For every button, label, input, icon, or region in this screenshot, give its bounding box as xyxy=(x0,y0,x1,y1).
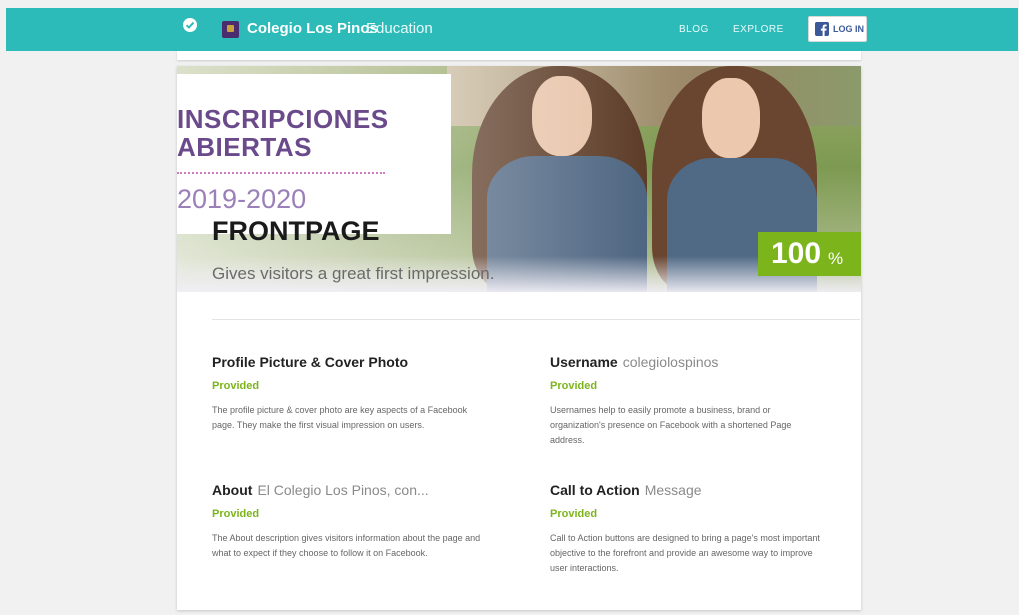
login-label: LOG IN xyxy=(833,24,864,34)
item-title-about: About El Colegio Los Pinos, con... xyxy=(212,482,429,498)
item-value-about: El Colegio Los Pinos, con... xyxy=(257,482,429,498)
item-title-profile-picture: Profile Picture & Cover Photo xyxy=(212,354,409,370)
facebook-login-button[interactable]: LOG IN xyxy=(808,16,867,42)
item-description-call-to-action: Call to Action buttons are designed to b… xyxy=(550,533,820,573)
page-logo-icon[interactable] xyxy=(222,21,239,38)
facebook-icon xyxy=(815,22,829,36)
nav-blog-link[interactable]: BLOG xyxy=(679,24,709,35)
banner-headline-2: ABIERTAS xyxy=(177,132,312,162)
banner-headline-1: INSCRIPCIONES xyxy=(177,104,389,134)
item-description-about: The About description gives visitors inf… xyxy=(212,533,481,558)
item-description-username: Usernames help to easily promote a busin… xyxy=(550,405,792,445)
cover-photo: INSCRIPCIONES ABIERTAS 2019-2020 FRONTPA… xyxy=(177,66,861,292)
section-divider xyxy=(212,319,860,320)
item-status-profile-picture: Provided xyxy=(212,380,260,392)
item-value-username: colegiolospinos xyxy=(622,354,719,370)
page-category: Education xyxy=(366,20,433,37)
banner-year: 2019-2020 xyxy=(177,184,307,214)
item-value-call-to-action: Message xyxy=(644,482,702,498)
item-status-about: Provided xyxy=(212,508,260,520)
frontpage-card: INSCRIPCIONES ABIERTAS 2019-2020 FRONTPA… xyxy=(177,66,861,610)
section-title: FRONTPAGE xyxy=(212,216,380,246)
nav-explore-link[interactable]: EXPLORE xyxy=(733,24,784,35)
banner-divider xyxy=(177,172,385,174)
score-badge: 100 % xyxy=(758,232,861,276)
page-name-link[interactable]: Colegio Los Pinos xyxy=(247,20,378,37)
item-title-call-to-action: Call to Action Message xyxy=(550,482,702,498)
item-status-call-to-action: Provided xyxy=(550,508,598,520)
top-navigation-bar: Colegio Los Pinos Education BLOG EXPLORE… xyxy=(6,8,1018,51)
item-title-username: Username colegiolospinos xyxy=(550,354,719,370)
score-value: 100 xyxy=(771,237,822,270)
item-description-profile-picture: The profile picture & cover photo are ke… xyxy=(212,405,468,430)
enrollment-banner: INSCRIPCIONES ABIERTAS 2019-2020 xyxy=(177,74,451,234)
verified-check-icon xyxy=(183,18,197,32)
header-panel-edge xyxy=(177,51,861,60)
section-subtitle: Gives visitors a great first impression. xyxy=(212,264,495,283)
score-unit: % xyxy=(828,249,844,268)
item-status-username: Provided xyxy=(550,380,598,392)
